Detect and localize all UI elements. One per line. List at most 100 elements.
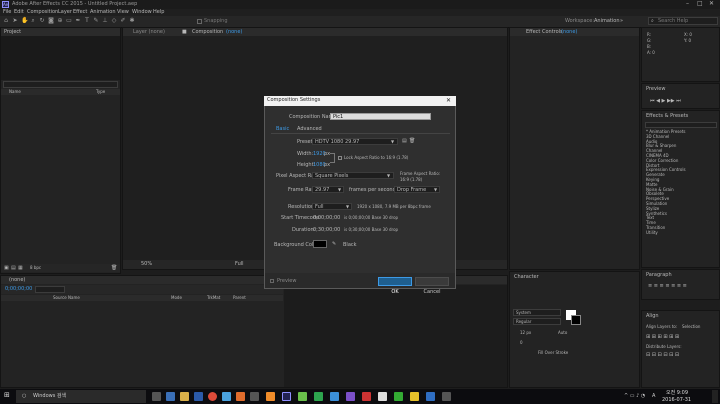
new-folder-icon[interactable]: ▤ [11,266,16,271]
puppet-pin-tool-icon[interactable]: ✱ [129,18,135,24]
clone-stamp-tool-icon[interactable]: ⊥ [102,18,108,24]
visual-studio-icon[interactable] [346,392,355,401]
preview-tab[interactable]: Preview [646,87,665,92]
tracking-value[interactable]: 0 [520,341,523,345]
snapping-checkbox[interactable] [197,19,202,24]
timeline-search-input[interactable] [35,286,65,293]
pen-tool-icon[interactable]: ✒ [75,18,81,24]
project-tab[interactable]: Project [1,28,120,36]
menu-layer[interactable]: Layer [58,10,72,15]
interpret-footage-icon[interactable]: ▣ [4,266,9,271]
tray-icons[interactable]: ^ ▭ ♪ ◔ [624,394,645,399]
preview-checkbox[interactable] [270,279,274,283]
align-to-select[interactable]: Selection [682,325,700,329]
brush-tool-icon[interactable]: ✎ [93,18,99,24]
selection-tool-icon[interactable]: ➤ [12,18,18,24]
clock-time[interactable]: 오전 9:09 [666,391,688,396]
camera-tool-icon[interactable]: ◙ [48,18,54,24]
search-help-input[interactable]: ⌕ Search Help [648,17,718,25]
task-view-icon[interactable] [152,392,161,401]
timeline-tab[interactable]: (none) [9,278,25,283]
cancel-button[interactable]: Cancel [415,277,449,295]
menu-view[interactable]: View [117,10,129,15]
menu-animation[interactable]: Animation [90,10,116,15]
font-family-select[interactable]: System [513,309,561,316]
stroke-color-swatch[interactable] [571,315,581,325]
stroke-type-select[interactable]: Fill Over Stroke [538,351,568,355]
kakaotalk-icon[interactable] [410,392,419,401]
resolution-select[interactable]: Full [235,262,244,267]
paragraph-align-icons[interactable]: ≡ ≡ ≡ ≡ ≡ ≡ ≡ [648,284,687,289]
project-search-input[interactable] [3,81,118,88]
clock-date[interactable]: 2016-07-31 [662,398,691,403]
tab-basic[interactable]: Basic [276,127,289,132]
preset-select[interactable]: HDTV 1080 29.97 ▼ [312,138,398,145]
character-tab[interactable]: Character [514,275,539,280]
menu-edit[interactable]: Edit [14,10,24,15]
trash-icon[interactable]: 🗑 [111,266,117,271]
workspace-menu-icon[interactable]: » [620,19,623,24]
resolution-select[interactable]: Full ▼ [312,203,352,210]
timecode-display[interactable]: 0;00;00;00 [5,287,32,292]
effect-controls-tab[interactable]: Effect Controls (none) [510,28,639,36]
play-controls[interactable]: ⏮ ◀ ▶ ▶▶ ⏭ [650,99,681,104]
type-tool-icon[interactable]: T [84,18,90,24]
column-type[interactable]: Type [96,90,105,94]
zoom-tool-icon[interactable]: ⌕ [30,18,36,24]
rotate-tool-icon[interactable]: ↻ [39,18,45,24]
menu-file[interactable]: File [3,10,11,15]
pan-behind-tool-icon[interactable]: ⊕ [57,18,63,24]
tab-advanced[interactable]: Advanced [297,127,322,132]
app-icon-8[interactable] [362,392,371,401]
effects-presets-tab[interactable]: Effects & Presets [646,114,688,119]
rectangle-tool-icon[interactable]: ▭ [66,18,72,24]
notification-button[interactable] [712,390,718,403]
app-icon-5[interactable] [298,392,307,401]
home-icon[interactable]: ⌂ [3,18,9,24]
eyedropper-icon[interactable]: ✎ [332,242,336,247]
chrome-icon[interactable] [208,392,217,401]
column-trkmat[interactable]: TrkMat [207,296,220,300]
app-icon-4[interactable] [266,392,275,401]
distribute-icons[interactable]: ⊟ ⊟ ⊟ ⊟ ⊟ ⊟ [646,353,679,358]
app-icon-9[interactable] [378,392,387,401]
comp-name-input[interactable]: Pic1 [330,113,431,120]
ime-indicator[interactable]: A [652,394,655,399]
column-parent[interactable]: Parent [233,296,246,300]
paragraph-tab[interactable]: Paragraph [646,273,672,278]
app-icon-11[interactable] [426,392,435,401]
font-style-select[interactable]: Regular [513,318,561,325]
eraser-tool-icon[interactable]: ◇ [111,18,117,24]
column-source-name[interactable]: Source Name [53,296,80,300]
effects-search-input[interactable] [645,122,717,128]
minimize-button[interactable]: – [686,1,689,7]
close-button[interactable]: ✕ [709,1,714,7]
app-icon-6[interactable] [314,392,323,401]
column-name[interactable]: Name [9,90,21,94]
ok-button[interactable]: OK [378,277,412,295]
lock-aspect-checkbox[interactable] [338,156,342,160]
roto-brush-tool-icon[interactable]: ✐ [120,18,126,24]
dialog-close-icon[interactable]: ✕ [446,98,451,104]
app-icon-1[interactable] [222,392,231,401]
workspace-select[interactable]: Animation [594,19,620,24]
hand-tool-icon[interactable]: ✋ [21,18,28,24]
file-explorer-icon[interactable] [180,392,189,401]
leading-value[interactable]: Auto [558,331,567,335]
timeline-track-area[interactable] [284,285,507,387]
app-icon-3[interactable] [250,392,259,401]
delete-preset-icon[interactable]: 🗑 [409,139,415,144]
frame-rate-select[interactable]: 29.97 ▼ [312,186,344,193]
menu-window[interactable]: Window [132,10,152,15]
menu-effect[interactable]: Effect [73,10,87,15]
app-icon-7[interactable] [330,392,339,401]
app-icon-10[interactable] [394,392,403,401]
zoom-select[interactable]: 50% [141,262,152,267]
duration-value[interactable]: 0;30;00;00 [313,228,340,233]
pixel-aspect-select[interactable]: Square Pixels ▼ [312,172,394,179]
app-icon-2[interactable] [236,392,245,401]
after-effects-icon[interactable] [282,392,291,401]
background-color-swatch[interactable] [313,240,327,248]
app-icon-12[interactable] [442,392,451,401]
align-tab[interactable]: Align [646,314,659,319]
